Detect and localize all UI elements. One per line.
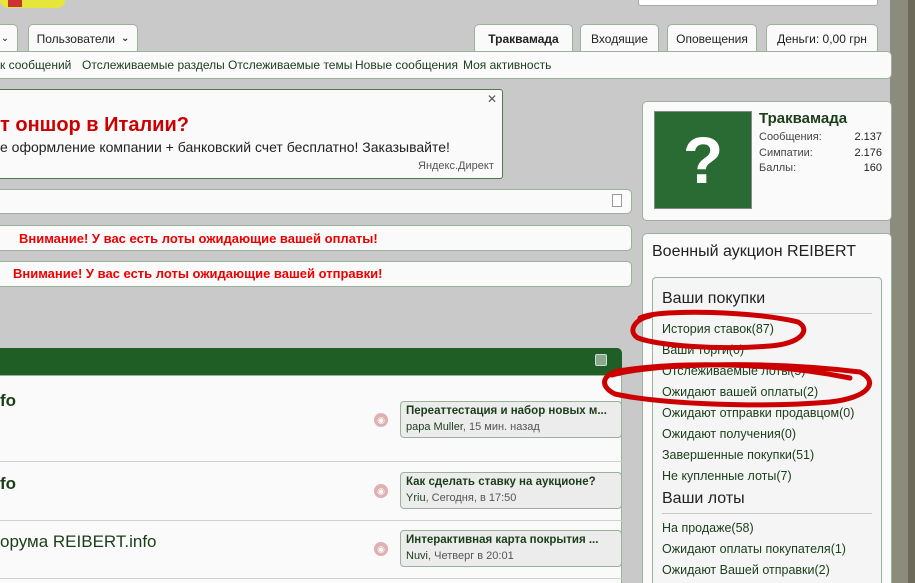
link-awaiting-your-shipping[interactable]: Ожидают Вашей отправки(2) bbox=[662, 563, 830, 577]
tab-alerts[interactable]: Оповещения bbox=[667, 24, 757, 52]
subnav-link-new-posts[interactable]: Новые сообщения bbox=[355, 58, 458, 72]
link-bid-history[interactable]: История ставок(87) bbox=[662, 322, 774, 336]
last-post-time: , Четверг в 20:01 bbox=[428, 550, 514, 562]
last-post[interactable]: Интерактивная карта покрытия ... Nuvi, Ч… bbox=[400, 530, 622, 567]
warning-shipping[interactable]: Внимание! У вас есть лоты ожидающие ваше… bbox=[13, 266, 382, 281]
link-awaiting-seller-shipping[interactable]: Ожидают отправки продавцом(0) bbox=[662, 406, 854, 420]
tab-users[interactable]: Пользователи ⌄ bbox=[28, 24, 138, 52]
avatar[interactable]: ? bbox=[654, 111, 752, 209]
search-input[interactable] bbox=[638, 0, 878, 6]
divider bbox=[662, 513, 872, 514]
last-post-title[interactable]: Переаттестация и набор новых м... bbox=[406, 405, 616, 417]
subnav-link-my-activity[interactable]: Моя активность bbox=[463, 58, 551, 72]
subnav-link-watched-forums[interactable]: Отслеживаемые разделы bbox=[82, 58, 225, 72]
last-post-time: , Сегодня, в 17:50 bbox=[425, 492, 517, 504]
link-awaiting-payment[interactable]: Ожидают вашей оплаты(2) bbox=[662, 385, 818, 399]
last-post-user[interactable]: papa Muller bbox=[406, 421, 463, 433]
subnav-link-messages[interactable]: к сообщений bbox=[0, 58, 71, 72]
rss-icon[interactable]: ◉ bbox=[374, 484, 388, 498]
page-background-edge bbox=[890, 0, 915, 583]
link-completed-purchases[interactable]: Завершенные покупки(51) bbox=[662, 448, 814, 462]
link-awaiting-receipt[interactable]: Ожидают получения(0) bbox=[662, 427, 796, 441]
document-icon[interactable] bbox=[612, 194, 622, 207]
forum-title[interactable]: fo bbox=[0, 474, 16, 494]
tab-users-label: Пользователи bbox=[36, 31, 115, 46]
chevron-down-icon: ⌄ bbox=[0, 33, 10, 44]
subnav-link-watched-threads[interactable]: Отслеживаемые темы bbox=[228, 58, 352, 72]
tab-partial-dropdown[interactable]: ⌄ bbox=[0, 24, 18, 52]
warning-payment[interactable]: Внимание! У вас есть лоты ожидающие ваше… bbox=[19, 231, 378, 246]
stat-label: Баллы: bbox=[759, 162, 797, 174]
stat-value: 2.176 bbox=[854, 147, 882, 159]
tab-profile[interactable]: Траквамада bbox=[474, 24, 573, 53]
last-post[interactable]: Как сделать ставку на аукционе? Yriu, Се… bbox=[400, 472, 622, 509]
ad-title[interactable]: т оншор в Италии? bbox=[0, 114, 189, 137]
notice-box bbox=[0, 189, 632, 214]
last-post-user[interactable]: Yriu bbox=[406, 492, 426, 504]
forum-title[interactable]: fo bbox=[0, 391, 16, 411]
purchases-title: Ваши покупки bbox=[662, 290, 766, 307]
stat-value: 2.137 bbox=[854, 131, 882, 143]
row-divider bbox=[0, 461, 622, 462]
stat-value: 160 bbox=[863, 162, 882, 174]
rss-icon[interactable]: ◉ bbox=[374, 413, 388, 427]
link-on-sale[interactable]: На продаже(58) bbox=[662, 521, 754, 535]
ad-source[interactable]: Яндекс.Директ bbox=[418, 160, 494, 172]
link-watched-lots[interactable]: Отслеживаемые лоты(5) bbox=[662, 364, 806, 378]
auction-title: Военный аукцион REIBERT bbox=[652, 243, 857, 260]
row-divider bbox=[0, 520, 622, 521]
link-awaiting-buyer-payment[interactable]: Ожидают оплаты покупателя(1) bbox=[662, 542, 846, 556]
stat-label: Сообщения: bbox=[759, 131, 822, 143]
divider bbox=[662, 313, 872, 314]
row-divider bbox=[0, 578, 622, 579]
last-post-title[interactable]: Как сделать ставку на аукционе? bbox=[406, 476, 616, 488]
site-logo[interactable] bbox=[0, 0, 65, 8]
forum-title[interactable]: орума REIBERT.info bbox=[0, 532, 157, 552]
collapse-icon[interactable] bbox=[595, 354, 607, 366]
last-post-title[interactable]: Интерактивная карта покрытия ... bbox=[406, 534, 616, 546]
chevron-down-icon: ⌄ bbox=[120, 33, 130, 44]
profile-name[interactable]: Траквамада bbox=[759, 110, 847, 127]
stat-label: Симпатии: bbox=[759, 147, 813, 159]
forum-category-header bbox=[0, 348, 622, 375]
tab-balance[interactable]: Деньги: 0,00 грн bbox=[766, 24, 878, 52]
rss-icon[interactable]: ◉ bbox=[374, 542, 388, 556]
lots-title: Ваши лоты bbox=[662, 490, 745, 507]
close-icon[interactable]: ✕ bbox=[487, 92, 497, 106]
ad-text: е оформление компании + банковский счет … bbox=[0, 139, 450, 155]
last-post-user[interactable]: Nuvi bbox=[406, 550, 428, 562]
last-post[interactable]: Переаттестация и набор новых м... papa M… bbox=[400, 401, 622, 438]
link-not-purchased[interactable]: Не купленные лоты(7) bbox=[662, 469, 792, 483]
link-your-bids[interactable]: Ваши торги(0) bbox=[662, 343, 744, 357]
tab-inbox[interactable]: Входящие bbox=[580, 24, 659, 52]
last-post-time: , 15 мин. назад bbox=[462, 421, 540, 433]
